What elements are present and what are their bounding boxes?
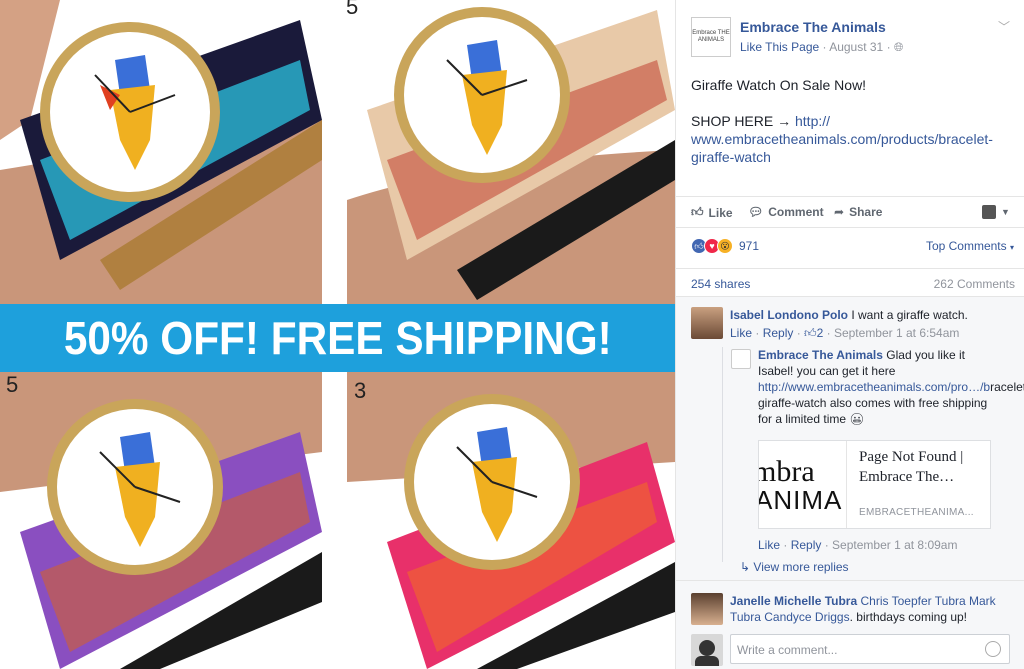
watch-pink-image: [347, 372, 675, 669]
watch-beige-image: [347, 0, 675, 304]
post-photo[interactable]: 5 5 3 50% OFF! FREE SHIPPING!: [0, 0, 675, 669]
link-preview-title-text: Page Not Found | Embrace The…: [859, 449, 964, 485]
post-meta: Like This Page · August 31 · 🌐︎: [740, 40, 904, 54]
comment-meta: Like · Reply · September 1 at 8:09am: [758, 538, 958, 552]
comment-author[interactable]: Janelle Michelle Tubra: [730, 594, 857, 608]
reply-comment: Embrace The Animals Glad you like it Isa…: [758, 347, 1024, 427]
share-button[interactable]: ➦ Share: [834, 205, 882, 219]
post-side-panel: Embrace THE ANIMALS Embrace The Animals …: [675, 0, 1024, 669]
link-preview-image: mbra ANIMA: [759, 441, 847, 528]
page-logo[interactable]: Embrace THE ANIMALS: [691, 17, 731, 57]
cell-number: 5: [346, 0, 359, 19]
comment-label: Comment: [768, 205, 824, 219]
watch-photo-pink: [347, 372, 675, 669]
emoji-icon[interactable]: [985, 641, 1001, 657]
comment-text: I want a giraffe watch.: [851, 308, 968, 322]
comment: Janelle Michelle Tubra Chris Toepfer Tub…: [730, 593, 1005, 625]
comment-button[interactable]: 💬︎ Comment: [748, 205, 824, 219]
watch-teal-image: [0, 0, 322, 304]
comment: Isabel Londono Polo I want a giraffe wat…: [730, 307, 1015, 323]
avatar: [982, 205, 996, 219]
watch-photo-beige: [347, 0, 675, 304]
divider: [676, 580, 1024, 581]
comment-like-count[interactable]: 2: [817, 326, 824, 340]
link-preview-domain: EMBRACETHEANIMA...: [859, 507, 974, 518]
chevron-down-icon[interactable]: ﹀: [998, 18, 1010, 35]
wow-reaction-icon: 😮︎: [717, 238, 733, 254]
post-line-1: Giraffe Watch On Sale Now!: [691, 77, 867, 93]
like-button[interactable]: 👍︎ Like: [691, 205, 733, 220]
cell-number: 3: [354, 378, 367, 403]
comment-input-placeholder: Write a comment...: [737, 643, 838, 657]
avatar[interactable]: [691, 307, 723, 339]
cell-number: 5: [6, 372, 19, 397]
share-label: Share: [849, 205, 883, 219]
comment-input[interactable]: Write a comment...: [730, 634, 1010, 664]
reaction-count: 971: [739, 239, 760, 253]
comment-meta: Like · Reply · 👍︎2 · September 1 at 6:54…: [730, 326, 960, 340]
preview-logo-top: mbra: [759, 455, 815, 488]
comment-text: . birthdays coming up!: [849, 610, 968, 624]
post-as-selector[interactable]: ▼: [982, 205, 1010, 219]
comment-author[interactable]: Embrace The Animals: [758, 348, 883, 362]
post-actions: 👍︎ Like 💬︎ Comment ➦ Share ▼: [676, 196, 1024, 228]
grimace-emoji-icon: 😬︎: [849, 412, 865, 426]
avatar[interactable]: [731, 349, 751, 369]
comment-like-link[interactable]: Like: [730, 326, 752, 340]
thumbs-up-icon: 👍︎: [804, 326, 817, 340]
comment-icon: 💬︎: [748, 205, 764, 219]
comment-link[interactable]: http://www.embracetheanimals.com/pro…/b: [758, 380, 990, 394]
reactions-summary[interactable]: 👍︎ ♥ 😮︎ 971: [691, 238, 759, 254]
post-text: Giraffe Watch On Sale Now! SHOP HERE → h…: [691, 76, 1011, 166]
reply-arrow-icon: ↳: [740, 560, 751, 574]
top-comments-label: Top Comments: [925, 239, 1007, 253]
globe-icon: 🌐︎: [893, 40, 904, 54]
comment-time[interactable]: September 1 at 6:54am: [834, 326, 959, 340]
watch-photo-teal: [0, 0, 322, 304]
like-page-link[interactable]: Like This Page: [740, 40, 819, 54]
view-more-replies-label: View more replies: [753, 560, 849, 574]
shop-label: SHOP HERE →: [691, 113, 792, 129]
reply-thread-line: [722, 347, 723, 562]
shares-count[interactable]: 254 shares: [691, 277, 750, 291]
avatar[interactable]: [691, 593, 723, 625]
chevron-down-icon: ▼: [1001, 207, 1010, 217]
sale-banner: 50% OFF! FREE SHIPPING!: [0, 304, 675, 372]
post-stats: 254 shares 262 Comments: [676, 268, 1024, 296]
comments-section: Isabel Londono Polo I want a giraffe wat…: [676, 296, 1024, 669]
comment-reply-link[interactable]: Reply: [791, 538, 822, 552]
share-icon: ➦: [834, 205, 845, 219]
like-label: Like: [708, 205, 733, 220]
comment-time[interactable]: September 1 at 8:09am: [832, 538, 957, 552]
post-date[interactable]: August 31: [829, 40, 883, 54]
thumbs-up-icon: 👍︎: [691, 205, 704, 219]
comment-reply-link[interactable]: Reply: [763, 326, 794, 340]
watch-purple-image: [0, 372, 322, 669]
page-name-link[interactable]: Embrace The Animals: [740, 19, 886, 35]
comment-like-link[interactable]: Like: [758, 538, 780, 552]
comments-count[interactable]: 262 Comments: [934, 277, 1015, 291]
link-preview-title: Page Not Found | Embrace The…: [859, 447, 987, 487]
preview-logo-bottom: ANIMA: [759, 485, 843, 515]
avatar: [691, 634, 723, 666]
link-preview-card[interactable]: mbra ANIMA Page Not Found | Embrace The……: [758, 440, 991, 529]
watch-photo-purple: [0, 372, 322, 669]
top-comments-dropdown[interactable]: Top Comments ▾: [926, 239, 1014, 253]
comment-author[interactable]: Isabel Londono Polo: [730, 308, 848, 322]
view-more-replies[interactable]: ↳ View more replies: [740, 560, 849, 574]
caret-down-icon: ▾: [1009, 243, 1014, 252]
